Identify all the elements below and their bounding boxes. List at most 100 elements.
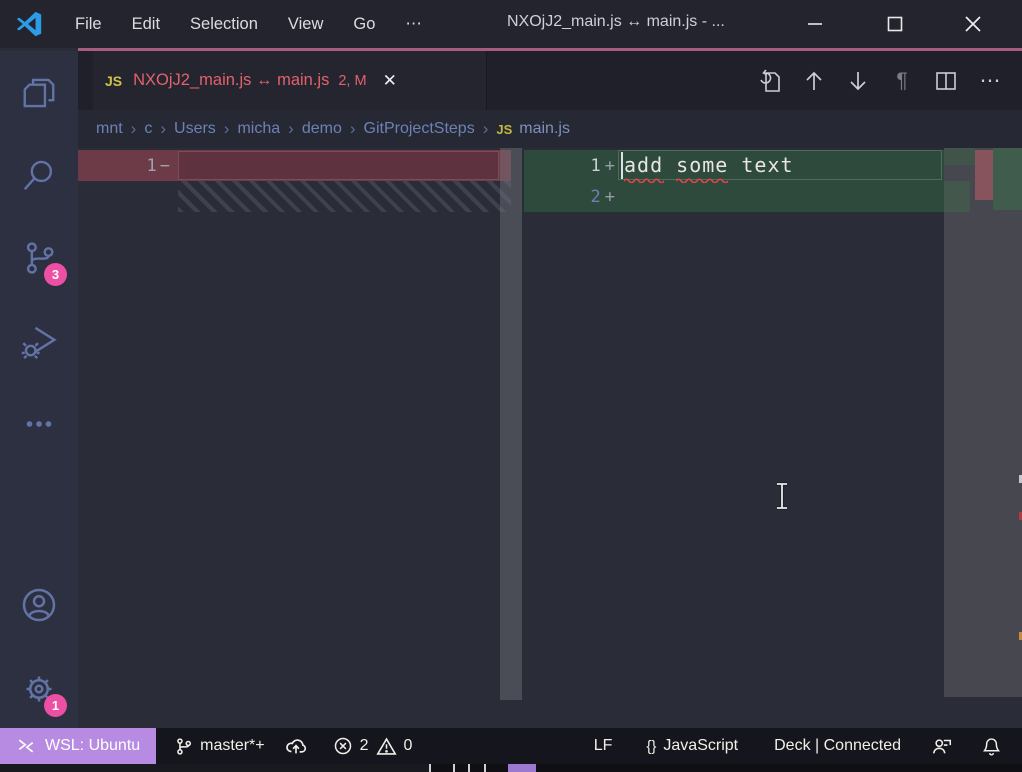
diff-added-sign: + [605, 187, 615, 207]
connection-label: Deck | Connected [774, 737, 901, 755]
taskbar-sliver [0, 764, 1022, 772]
maximize-button[interactable] [872, 0, 918, 48]
js-file-icon: JS [496, 122, 512, 137]
tab-problems-badge: 2, M [338, 73, 366, 89]
bell-icon [981, 736, 1002, 757]
breadcrumb: mnt › c › Users › micha › demo › GitProj… [78, 110, 1022, 148]
remote-icon [16, 736, 36, 756]
ibeam-mouse-cursor [774, 482, 790, 510]
code-word: some [676, 153, 728, 177]
settings-badge: 1 [44, 694, 67, 717]
error-squiggle [624, 177, 664, 183]
source-control-badge: 3 [44, 263, 67, 286]
git-branch-icon [174, 737, 193, 756]
whitespace-pilcrow-icon[interactable]: ¶ [886, 65, 918, 97]
text-cursor [621, 152, 623, 179]
tab-bar: JS NXOjJ2_main.js ↔ main.js 2, M ✕ [78, 51, 1022, 110]
line-number: 1 [147, 156, 157, 176]
more-views-icon[interactable] [17, 402, 61, 446]
breadcrumb-item-c[interactable]: c [144, 120, 152, 138]
breadcrumb-item-main-js[interactable]: main.js [519, 120, 570, 138]
left-scrollbar-slider[interactable] [500, 148, 522, 700]
activity-bar: 3 1 [0, 51, 78, 728]
eol-indicator[interactable]: LF [584, 728, 623, 764]
minimize-button[interactable] [792, 0, 838, 48]
code-tail: text [728, 153, 793, 177]
remote-indicator[interactable]: WSL: Ubuntu [0, 728, 156, 764]
editor-actions: ¶ ⋯ [754, 51, 1006, 110]
git-branch-status[interactable]: master*+ [164, 728, 274, 764]
warnings-icon [376, 736, 397, 757]
warnings-count: 0 [404, 737, 413, 755]
close-window-button[interactable] [950, 0, 996, 48]
menu-file[interactable]: File [60, 11, 117, 38]
menu-go[interactable]: Go [338, 11, 390, 38]
cloud-upload-icon [285, 735, 307, 757]
diff-filler-hatch [178, 181, 511, 212]
explorer-icon[interactable] [17, 71, 61, 115]
branch-label: master*+ [200, 737, 264, 755]
language-mode[interactable]: {} JavaScript [636, 728, 748, 764]
menu-edit[interactable]: Edit [117, 11, 175, 38]
chevron-right-icon: › [483, 119, 489, 139]
breadcrumb-item-gitprojectsteps[interactable]: GitProjectSteps [364, 120, 475, 138]
maximize-icon [884, 13, 906, 35]
chevron-right-icon: › [224, 119, 230, 139]
search-icon[interactable] [17, 153, 61, 197]
deck-connection-status[interactable]: Deck | Connected [764, 728, 911, 764]
menu-view[interactable]: View [273, 11, 338, 38]
account-icon[interactable] [17, 583, 61, 627]
chevron-right-icon: › [350, 119, 356, 139]
next-change-icon[interactable] [842, 65, 874, 97]
breadcrumb-item-users[interactable]: Users [174, 120, 216, 138]
js-file-icon: JS [105, 73, 122, 89]
modified-gutter-line-1: 1+ [524, 150, 624, 181]
line-number: 1 [591, 156, 601, 176]
errors-count: 2 [360, 737, 369, 755]
diff-removed-sign: − [160, 156, 170, 176]
previous-change-icon[interactable] [798, 65, 830, 97]
original-gutter: 1− [78, 150, 174, 181]
overview-added-mark [993, 148, 1022, 210]
breadcrumb-item-demo[interactable]: demo [302, 120, 342, 138]
line-number: 2 [591, 187, 601, 207]
breadcrumb-item-mnt[interactable]: mnt [96, 120, 123, 138]
status-bar-right: LF {} JavaScript Deck | Connected [584, 728, 1022, 764]
remote-label: WSL: Ubuntu [45, 737, 140, 755]
feedback-person-icon [931, 735, 953, 757]
taskbar-active-item [508, 764, 536, 772]
braces-icon: {} [646, 738, 656, 755]
minimap-scrollbar[interactable] [944, 148, 1022, 697]
vscode-window: File Edit Selection View Go ⋯ NXOjJ2_mai… [0, 0, 1022, 772]
title-bar: File Edit Selection View Go ⋯ NXOjJ2_mai… [0, 0, 1022, 48]
deleted-line-change-box [178, 151, 499, 180]
revert-file-icon[interactable] [754, 65, 786, 97]
feedback-button[interactable] [921, 728, 963, 764]
tab-close-icon[interactable]: ✕ [383, 71, 397, 91]
split-editor-icon[interactable] [930, 65, 962, 97]
menu-selection[interactable]: Selection [175, 11, 273, 38]
diff-editor[interactable]: 1− 1+ 2+ add some text [78, 148, 1022, 728]
run-debug-icon[interactable] [17, 319, 61, 363]
overview-removed-mark [975, 150, 993, 200]
code-word: add [624, 153, 663, 177]
breadcrumb-item-micha[interactable]: micha [237, 120, 280, 138]
more-actions-icon[interactable]: ⋯ [974, 65, 1006, 97]
minimize-icon [804, 13, 826, 35]
error-squiggle [676, 177, 728, 183]
window-title: NXOjJ2_main.js ↔ main.js - ... [507, 13, 725, 31]
diff-added-sign: + [605, 156, 615, 176]
problems-status[interactable]: 2 0 [323, 728, 423, 764]
added-line-overflow [944, 181, 970, 212]
chevron-right-icon: › [160, 119, 166, 139]
taskbar-glyph [484, 764, 486, 772]
vscode-logo-icon [14, 9, 44, 39]
source-control-icon[interactable]: 3 [17, 236, 61, 280]
settings-gear-icon[interactable]: 1 [17, 667, 61, 711]
chevron-right-icon: › [288, 119, 294, 139]
notifications-button[interactable] [971, 728, 1012, 764]
eol-label: LF [594, 737, 613, 755]
menu-more[interactable]: ⋯ [390, 10, 437, 38]
publish-changes-button[interactable] [275, 728, 317, 764]
tab-diff-main-js[interactable]: JS NXOjJ2_main.js ↔ main.js 2, M ✕ [93, 51, 487, 110]
